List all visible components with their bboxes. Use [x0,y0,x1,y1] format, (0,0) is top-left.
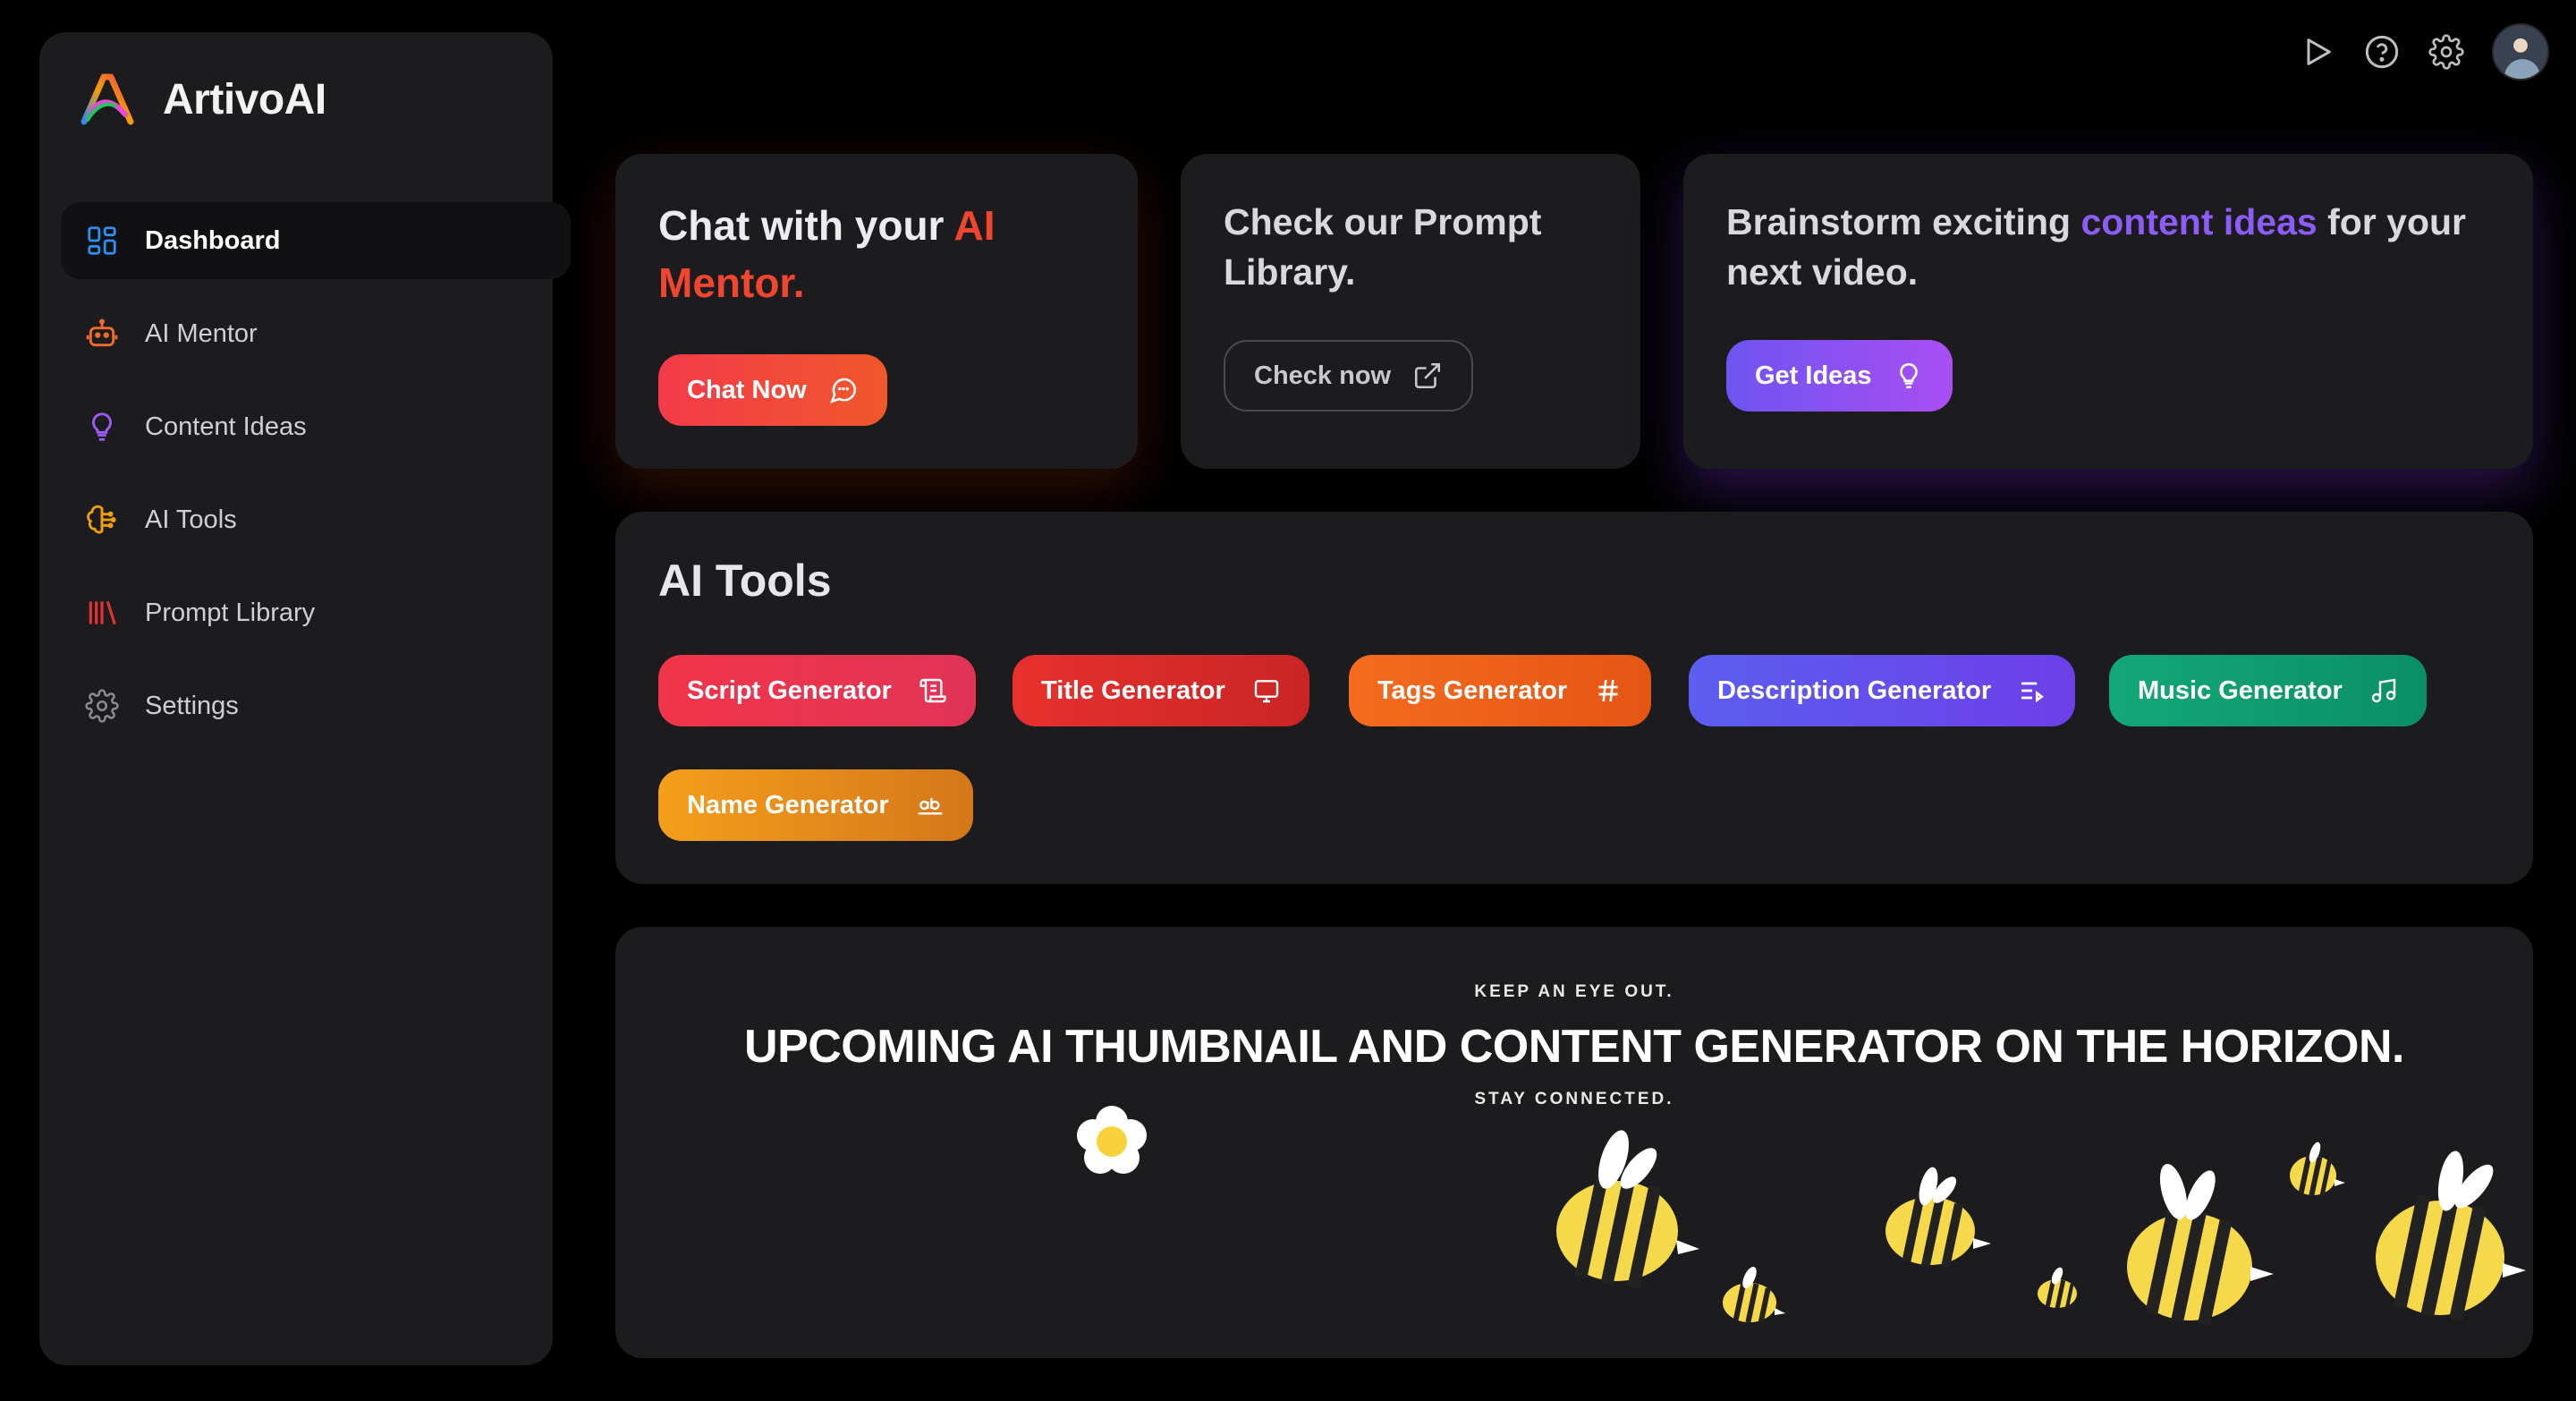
sidebar-item-label: AI Mentor [145,318,258,348]
bee-icon [2290,1142,2345,1197]
sidebar-item-ai-mentor[interactable]: AI Mentor [61,295,571,372]
sidebar-item-prompt-library[interactable]: Prompt Library [61,574,571,651]
banner-kicker: KEEP AN EYE OUT. [1474,982,1674,1001]
sidebar-item-label: Dashboard [145,225,281,255]
sidebar-item-dashboard[interactable]: Dashboard [61,202,571,279]
brand-name: ArtivoAI [163,75,326,123]
script-generator-button[interactable]: Script Generator [658,655,976,726]
banner-subtext: STAY CONNECTED. [1474,1090,1674,1108]
bee-icon [1885,1167,1991,1269]
sidebar-item-settings[interactable]: Settings [61,667,571,744]
message-circle-icon [829,378,856,403]
music-generator-button[interactable]: Music Generator [2109,655,2427,726]
tags-generator-button[interactable]: Tags Generator [1349,655,1652,726]
avatar[interactable] [2492,23,2549,81]
bee-icon [2127,1163,2274,1327]
sidebar-item-label: Content Ideas [145,412,307,441]
text-ab-icon [918,798,942,815]
brain-circuit-icon [84,502,120,538]
bee-icon [1556,1130,1699,1289]
robot-icon [84,316,120,352]
scroll-icon [919,678,946,703]
gear-icon [84,688,120,724]
bee-icon [2038,1267,2077,1310]
hash-icon [1598,679,1618,702]
ai-tools-card: AI Tools Script Generator Title Generato… [615,512,2533,884]
section-title: AI Tools [658,556,832,606]
music-note-icon [2371,678,2396,703]
monitor-icon [1254,680,1278,703]
content-ideas-card: Brainstorm exciting content ideas for yo… [1683,154,2533,469]
name-generator-button[interactable]: Name Generator [658,769,973,841]
card-title: Check our Prompt Library. [1224,201,1542,293]
topbar [2299,23,2549,81]
get-ideas-button[interactable]: Get Ideas [1726,340,1953,412]
sidebar-item-ai-tools[interactable]: AI Tools [61,481,571,558]
sidebar-nav: Dashboard AI Mentor Content Ideas AI Too… [61,202,571,760]
bee-icon [1723,1266,1785,1324]
list-arrow-icon [2021,682,2045,703]
card-title: Chat with your AI Mentor. [658,202,996,306]
sidebar-item-label: Settings [145,691,239,720]
check-now-button[interactable]: Check now [1224,340,1474,412]
prompt-library-card: Check our Prompt Library. Check now [1181,154,1640,469]
external-link-icon [1415,362,1441,389]
brand[interactable]: ArtivoAI [79,70,326,129]
banner-headline: UPCOMING AI THUMBNAIL AND CONTENT GENERA… [744,1021,2404,1073]
sidebar: ArtivoAI Dashboard AI Mentor Content Ide… [39,32,571,1365]
gear-icon[interactable] [2428,33,2465,71]
dashboard-grid-icon [84,223,120,259]
sidebar-item-label: Prompt Library [145,598,316,627]
sidebar-item-content-ideas[interactable]: Content Ideas [61,388,571,465]
ai-mentor-card: Chat with your AI Mentor. Chat Now [615,154,1138,469]
description-generator-button[interactable]: Description Generator [1689,655,2076,726]
bee-icon [2376,1151,2526,1321]
title-generator-button[interactable]: Title Generator [1013,655,1309,726]
card-title: Brainstorm exciting content ideas for yo… [1726,201,2467,293]
sidebar-item-label: AI Tools [145,505,237,534]
lightbulb-icon [84,409,120,445]
lightbulb-icon [1899,362,1918,389]
flower-icon [1077,1106,1147,1174]
brand-logo-icon [80,73,134,125]
help-circle-icon[interactable] [2363,33,2401,71]
chat-now-button[interactable]: Chat Now [658,354,887,426]
library-icon [84,595,120,631]
upcoming-features-banner: KEEP AN EYE OUT. UPCOMING AI THUMBNAIL A… [615,927,2533,1358]
play-icon[interactable] [2299,33,2336,71]
